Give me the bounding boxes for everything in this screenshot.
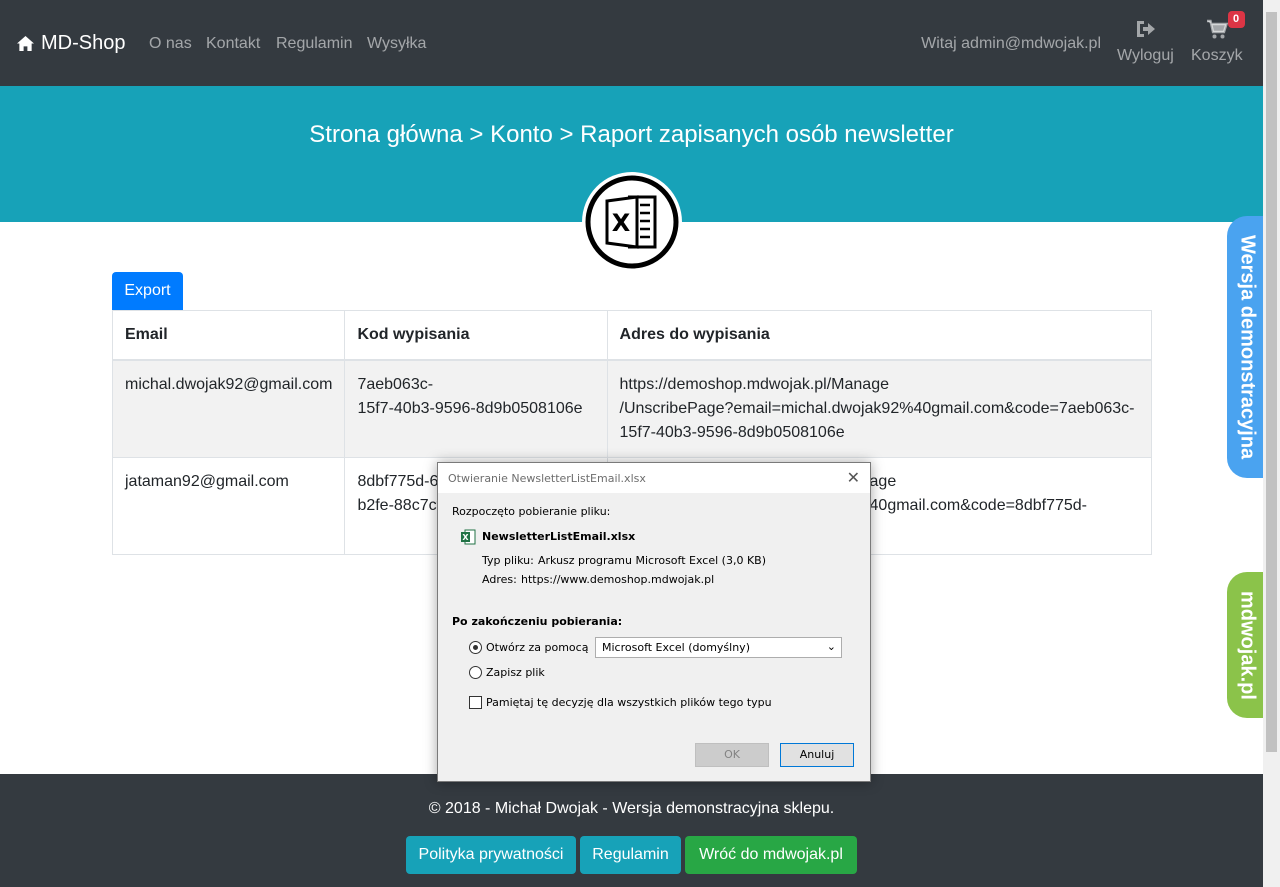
chevron-down-icon: ⌄ <box>826 640 836 653</box>
cell-code-line: 15f7-40b3-9596-8d9b0508106e <box>357 400 583 417</box>
ok-button[interactable]: OK <box>695 743 769 767</box>
svg-text:X: X <box>612 209 631 237</box>
cell-url-line: https://demoshop.mdwojak.pl/Manage <box>619 376 889 393</box>
close-icon[interactable]: ✕ <box>847 468 860 487</box>
remember-decision-label: Pamiętaj tę decyzję dla wszystkich plikó… <box>486 696 772 709</box>
sign-out-icon <box>1137 21 1156 37</box>
column-header-code: Kod wypisania <box>344 310 608 361</box>
back-to-site-button[interactable]: Wróć do mdwojak.pl <box>685 836 857 874</box>
footer-copyright: © 2018 - Michał Dwojak - Wersja demonstr… <box>428 800 835 817</box>
remember-decision-checkbox[interactable] <box>469 696 482 709</box>
table-header-row: Email Kod wypisania Adres do wypisania <box>111 310 1153 361</box>
cell-url-line: /UnscribePage?email=michal.dwojak92%40gm… <box>619 400 1135 417</box>
column-header-url: Adres do wypisania <box>606 310 1153 361</box>
brand-label: MD-Shop <box>41 32 126 54</box>
open-with-label: Otwórz za pomocą <box>486 641 589 654</box>
privacy-policy-button[interactable]: Polityka prywatności <box>406 836 576 874</box>
download-intro: Rozpoczęto pobieranie pliku: <box>452 505 611 518</box>
after-download-heading: Po zakończeniu pobierania: <box>452 615 623 628</box>
logout-label: Wyloguj <box>1117 47 1174 64</box>
cart-button[interactable]: Koszyk 0 <box>1191 11 1245 65</box>
welcome-text: Witaj admin@mdwojak.pl <box>921 35 1101 52</box>
export-button[interactable]: Export <box>112 272 183 310</box>
breadcrumb: Strona główna > Konto > Raport zapisanyc… <box>309 121 954 148</box>
cancel-button[interactable]: Anuluj <box>780 743 854 767</box>
file-address-label: Adres: <box>482 573 517 586</box>
dialog-title: Otwieranie NewsletterListEmail.xlsx <box>448 472 646 485</box>
home-icon <box>17 35 34 52</box>
save-file-radio[interactable] <box>469 666 482 679</box>
cell-email: michal.dwojak92@gmail.com <box>111 359 346 458</box>
cell-email: jataman92@gmail.com <box>111 457 346 555</box>
scrollbar-thumb[interactable] <box>1266 12 1277 752</box>
nav-link-contact[interactable]: Kontakt <box>206 35 260 53</box>
file-type-value: Arkusz programu Microsoft Excel (3,0 KB) <box>538 554 766 567</box>
cart-label: Koszyk <box>1191 47 1243 64</box>
table-row: michal.dwojak92@gmail.com 7aeb063c- 15f7… <box>111 359 1153 458</box>
excel-icon: X <box>585 175 679 269</box>
cell-code: 7aeb063c- 15f7-40b3-9596-8d9b0508106e <box>344 359 608 458</box>
file-address-value: https://www.demoshop.mdwojak.pl <box>521 573 715 586</box>
excel-file-icon: X <box>461 529 476 545</box>
mdwojak-tab[interactable]: mdwojak.pl <box>1227 572 1267 718</box>
cart-icon <box>1206 19 1228 39</box>
cell-code-line: 7aeb063c- <box>357 376 434 393</box>
cart-count-badge: 0 <box>1227 11 1245 28</box>
file-type-label: Typ pliku: <box>482 554 534 567</box>
download-dialog: Otwieranie NewsletterListEmail.xlsx ✕ Ro… <box>437 462 871 782</box>
brand-link[interactable]: MD-Shop <box>16 32 125 55</box>
navbar: MD-Shop O nas Kontakt Regulamin Wysyłka … <box>0 0 1263 86</box>
demo-version-tab[interactable]: Wersja demonstracyjna <box>1227 216 1267 478</box>
nav-link-terms[interactable]: Regulamin <box>276 35 352 53</box>
download-filename: NewsletterListEmail.xlsx <box>482 530 636 543</box>
logout-button[interactable]: Wyloguj <box>1117 18 1174 65</box>
dialog-titlebar: Otwieranie NewsletterListEmail.xlsx ✕ <box>438 463 870 493</box>
terms-button[interactable]: Regulamin <box>580 836 681 874</box>
cell-url-line: 15f7-40b3-9596-8d9b0508106e <box>619 424 845 441</box>
open-with-select-value: Microsoft Excel (domyślny) <box>602 641 750 654</box>
cell-url: https://demoshop.mdwojak.pl/Manage /Unsc… <box>606 359 1153 458</box>
excel-logo: X <box>582 172 682 272</box>
nav-link-shipping[interactable]: Wysyłka <box>367 35 426 53</box>
svg-text:X: X <box>462 533 469 542</box>
column-header-email: Email <box>111 310 346 361</box>
nav-link-about[interactable]: O nas <box>149 35 192 53</box>
mdwojak-label: mdwojak.pl <box>1236 590 1259 700</box>
demo-version-label: Wersja demonstracyjna <box>1236 234 1259 460</box>
open-with-radio[interactable] <box>469 641 482 654</box>
save-file-label: Zapisz plik <box>486 666 545 679</box>
open-with-select[interactable]: Microsoft Excel (domyślny) ⌄ <box>595 637 842 658</box>
page-scrollbar[interactable] <box>1263 0 1280 887</box>
